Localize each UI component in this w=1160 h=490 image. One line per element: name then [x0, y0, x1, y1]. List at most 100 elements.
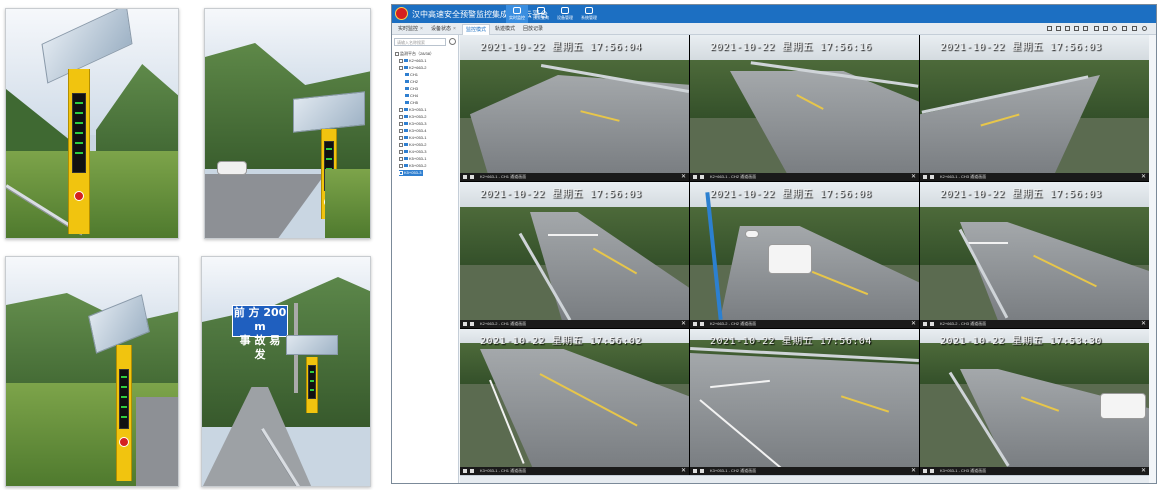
device-search-input[interactable]: 请输入名称搜索 [394, 38, 446, 46]
nav-realtime-monitor[interactable]: 实时监控 [506, 5, 528, 23]
tree-channel[interactable]: CH5 [405, 100, 418, 106]
stop-icon[interactable] [463, 322, 467, 326]
tree-channel[interactable]: CH2 [405, 79, 418, 85]
audio-icon[interactable] [470, 469, 474, 473]
audio-icon[interactable] [700, 322, 704, 326]
collapse-icon[interactable] [395, 52, 399, 56]
camera-feed[interactable] [920, 329, 1149, 467]
expand-icon[interactable] [399, 150, 403, 154]
tree-node[interactable]: K4+053-1 [399, 135, 426, 141]
tree-node[interactable]: K3+053-2 [399, 114, 426, 120]
stop-icon[interactable] [923, 469, 927, 473]
camera-tile[interactable]: 2021-10-22 星期五 17:56:02 K3+053-1 - CH1 通… [460, 329, 689, 475]
tree-channel[interactable]: CH1 [405, 72, 418, 78]
tree-channel[interactable]: CH4 [405, 93, 418, 99]
camera-tile[interactable]: 2021-10-22 星期五 17:56:04 K2+663-1 - CH1 通… [460, 35, 689, 181]
camera-tile[interactable]: 2021-10-22 星期五 17:56:16 K2+663-1 - CH2 通… [690, 35, 919, 181]
camera-feed[interactable] [690, 35, 919, 173]
layout-1x1-icon[interactable] [1047, 26, 1052, 31]
expand-icon[interactable] [399, 129, 403, 133]
close-icon[interactable]: ✕ [1141, 320, 1146, 328]
expand-icon[interactable] [399, 157, 403, 161]
tree-node-selected[interactable]: K5+053-3 [399, 170, 424, 176]
close-icon[interactable]: ✕ [681, 467, 686, 475]
camera-tile[interactable]: 2021-10-22 星期五 17:53:30 K3+053-1 - CH3 通… [920, 329, 1149, 475]
expand-icon[interactable] [399, 171, 403, 175]
tree-node[interactable]: K4+053-2 [399, 142, 426, 148]
camera-feed[interactable] [920, 35, 1149, 173]
nav-system-management[interactable]: 系统管理 [578, 5, 600, 23]
tree-node[interactable]: K4+053-3 [399, 149, 426, 155]
tab-monitor-mode[interactable]: 监控模式 [462, 24, 491, 35]
expand-icon[interactable] [399, 108, 403, 112]
nav-warning-query[interactable]: 预警查询 [530, 5, 552, 23]
close-icon[interactable]: ✕ [1141, 467, 1146, 475]
tree-node[interactable]: K3+053-4 [399, 128, 426, 134]
camera-tile[interactable]: 2021-10-22 星期五 17:56:03 K2+663-2 - CH3 通… [920, 182, 1149, 328]
tab-device-status[interactable]: 设备状态 × [428, 24, 459, 35]
tree-root[interactable]: 监测平台（28/38） [395, 51, 434, 57]
camera-feed[interactable] [460, 329, 689, 467]
tree-channel[interactable]: CH3 [405, 86, 418, 92]
close-icon[interactable]: ✕ [911, 320, 916, 328]
expand-icon[interactable] [399, 115, 403, 119]
audio-icon[interactable] [700, 469, 704, 473]
tree-node[interactable]: K5+053-1 [399, 156, 426, 162]
expand-icon[interactable] [399, 136, 403, 140]
layout-2x2-icon[interactable] [1056, 26, 1061, 31]
camera-feed[interactable] [690, 329, 919, 467]
close-icon[interactable]: ✕ [681, 320, 686, 328]
audio-icon[interactable] [470, 175, 474, 179]
record-icon[interactable] [1103, 26, 1108, 31]
search-icon[interactable] [449, 38, 456, 45]
layout-custom-icon[interactable] [1083, 26, 1088, 31]
settings-icon[interactable] [1142, 26, 1147, 31]
fullscreen-icon[interactable] [1132, 26, 1137, 31]
tree-node[interactable]: K2+663-2 [399, 65, 426, 71]
layout-3x3-icon[interactable] [1065, 26, 1070, 31]
close-icon[interactable]: ✕ [1141, 173, 1146, 181]
stop-icon[interactable] [693, 175, 697, 179]
collapse-icon[interactable] [399, 66, 403, 70]
close-icon[interactable]: × [453, 26, 456, 32]
tree-node[interactable]: K3+053-3 [399, 121, 426, 127]
stop-icon[interactable] [463, 175, 467, 179]
camera-feed[interactable] [690, 182, 919, 320]
close-all-icon[interactable] [1122, 26, 1127, 31]
audio-icon[interactable] [700, 175, 704, 179]
layout-4x4-icon[interactable] [1074, 26, 1079, 31]
play-icon[interactable] [1112, 26, 1117, 31]
close-icon[interactable]: ✕ [911, 467, 916, 475]
expand-icon[interactable] [399, 122, 403, 126]
audio-icon[interactable] [470, 322, 474, 326]
camera-tile[interactable]: 2021-10-22 星期五 17:56:04 K3+053-1 - CH2 通… [690, 329, 919, 475]
stop-icon[interactable] [923, 175, 927, 179]
stop-icon[interactable] [923, 322, 927, 326]
tab-playback-record[interactable]: 回放记录 [520, 24, 546, 35]
camera-tile[interactable]: 2021-10-22 星期五 17:56:03 K2+663-2 - CH1 通… [460, 182, 689, 328]
camera-tile[interactable]: 2021-10-22 星期五 17:56:08 K2+663-2 - CH2 通… [690, 182, 919, 328]
close-icon[interactable]: × [420, 26, 423, 32]
stop-icon[interactable] [693, 322, 697, 326]
stop-icon[interactable] [463, 469, 467, 473]
tab-track-mode[interactable]: 轨迹模式 [492, 24, 518, 35]
snapshot-icon[interactable] [1094, 26, 1099, 31]
close-icon[interactable]: ✕ [911, 173, 916, 181]
nav-device-management[interactable]: 设备管理 [554, 5, 576, 23]
expand-icon[interactable] [399, 164, 403, 168]
tree-node[interactable]: K3+053-1 [399, 107, 426, 113]
expand-icon[interactable] [399, 59, 403, 63]
audio-icon[interactable] [930, 469, 934, 473]
audio-icon[interactable] [930, 322, 934, 326]
expand-icon[interactable] [399, 143, 403, 147]
camera-feed[interactable] [460, 35, 689, 173]
audio-icon[interactable] [930, 175, 934, 179]
tab-realtime-monitor[interactable]: 实时监控 × [395, 24, 426, 35]
tree-node[interactable]: K2+663-1 [399, 58, 426, 64]
stop-icon[interactable] [693, 469, 697, 473]
camera-feed[interactable] [920, 182, 1149, 320]
tree-node[interactable]: K5+053-2 [399, 163, 426, 169]
camera-feed[interactable] [460, 182, 689, 320]
close-icon[interactable]: ✕ [681, 173, 686, 181]
camera-tile[interactable]: 2021-10-22 星期五 17:56:03 K2+663-1 - CH3 通… [920, 35, 1149, 181]
